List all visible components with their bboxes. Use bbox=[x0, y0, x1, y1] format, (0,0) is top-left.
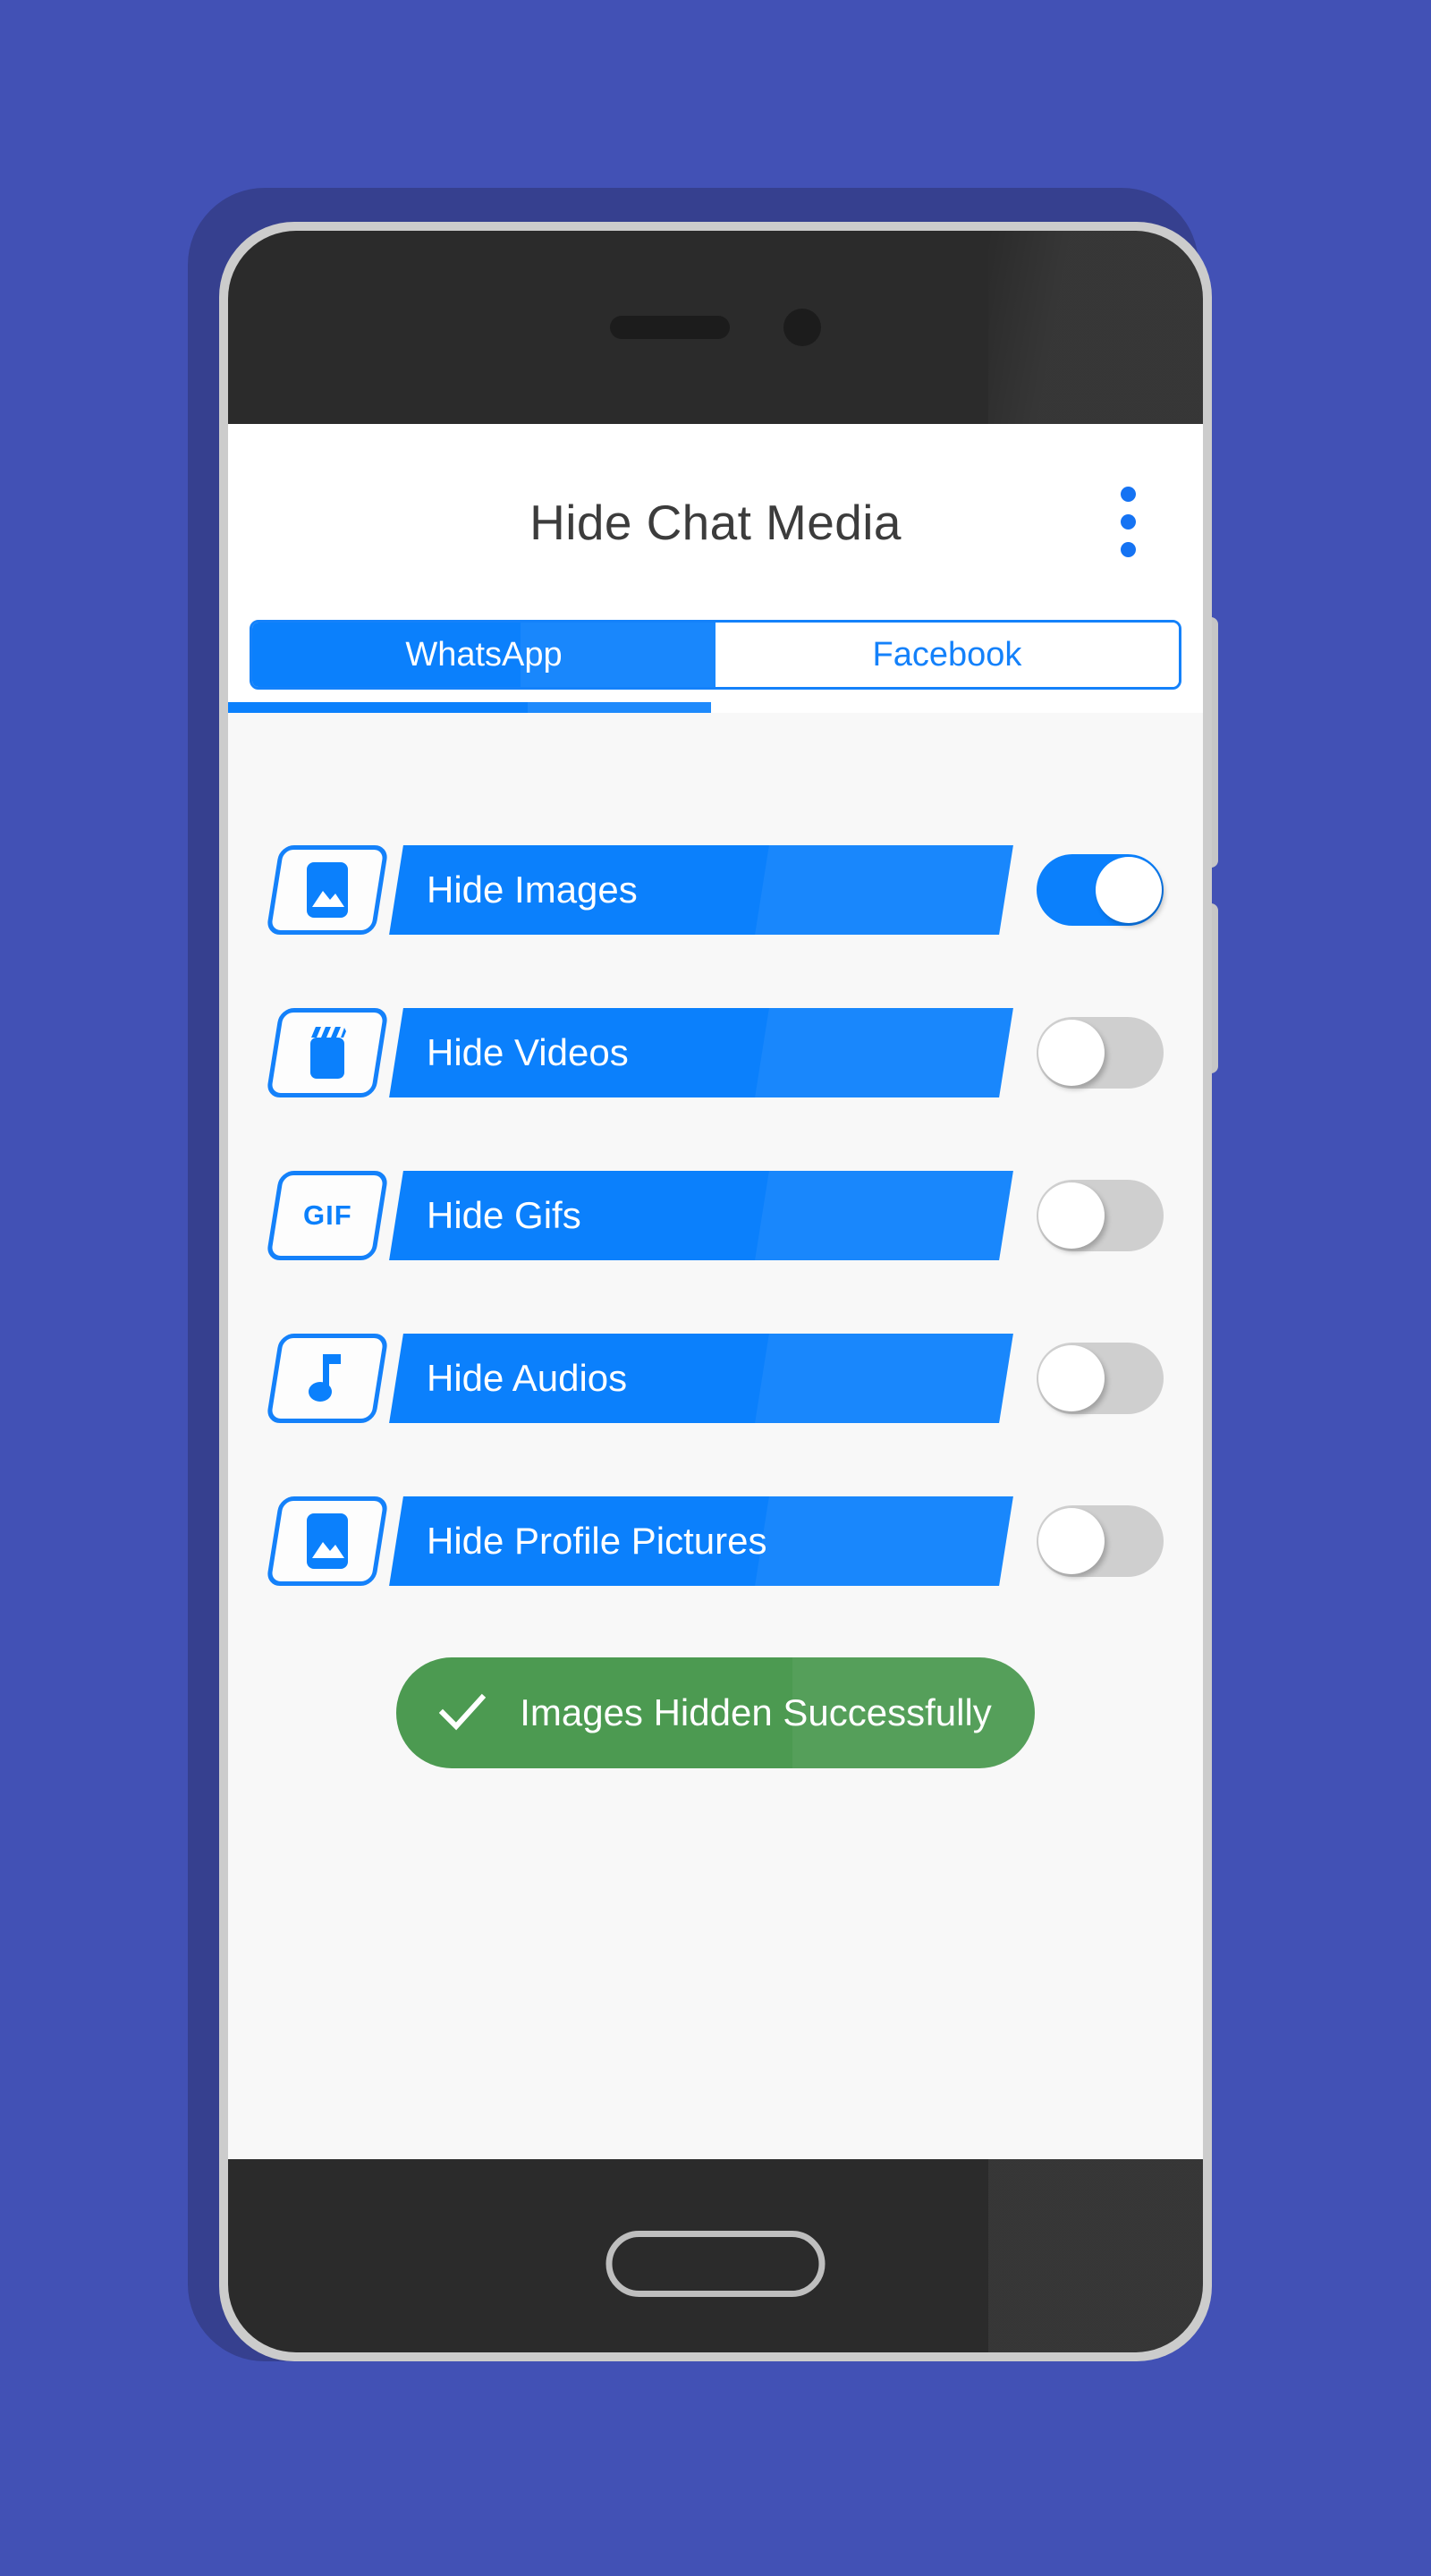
toggle-knob bbox=[1096, 857, 1162, 923]
music-note-icon bbox=[266, 1334, 389, 1423]
media-row-label-bar: Hide Profile Pictures bbox=[389, 1496, 1013, 1586]
clapperboard-icon bbox=[266, 1008, 389, 1097]
media-row-hide-profile-pictures[interactable]: Hide Profile Pictures bbox=[228, 1495, 1203, 1588]
status-button-label: Images Hidden Successfully bbox=[520, 1691, 992, 1733]
toggle-hide-videos[interactable] bbox=[1037, 1017, 1164, 1089]
media-row-hide-videos[interactable]: Hide Videos bbox=[228, 1006, 1203, 1099]
toggle-knob bbox=[1038, 1508, 1105, 1574]
gif-icon: GIF bbox=[266, 1171, 389, 1260]
toggle-hide-gifs[interactable] bbox=[1037, 1180, 1164, 1251]
media-row-label: Hide Gifs bbox=[427, 1194, 581, 1236]
app-screen: Hide Chat Media WhatsApp Facebook Hide I… bbox=[228, 424, 1203, 2159]
media-row-label: Hide Videos bbox=[427, 1031, 629, 1073]
toggle-hide-audios[interactable] bbox=[1037, 1343, 1164, 1414]
media-options-list: Hide Images Hide Videos GIF Hide Gifs Hi… bbox=[228, 713, 1203, 1588]
phone-body: Hide Chat Media WhatsApp Facebook Hide I… bbox=[228, 231, 1203, 2352]
media-row-label-bar: Hide Gifs bbox=[389, 1171, 1013, 1260]
home-button[interactable] bbox=[605, 2231, 826, 2297]
menu-dot bbox=[1120, 542, 1136, 557]
media-row-label: Hide Profile Pictures bbox=[427, 1520, 767, 1562]
music-note-icon-glyph bbox=[301, 1349, 353, 1408]
three-dots-vertical-icon[interactable] bbox=[1101, 479, 1155, 565]
tab-indicator-row bbox=[228, 690, 1203, 713]
clapperboard-icon-glyph bbox=[301, 1023, 353, 1082]
speaker-grille-icon bbox=[610, 316, 730, 339]
media-row-label-bar: Hide Audios bbox=[389, 1334, 1013, 1423]
toggle-knob bbox=[1038, 1182, 1105, 1249]
image-icon bbox=[266, 1496, 389, 1586]
image-icon-glyph bbox=[301, 1512, 353, 1571]
app-bar: Hide Chat Media bbox=[228, 424, 1203, 620]
tab-bar: WhatsApp Facebook bbox=[250, 620, 1181, 690]
status-button-container: Images Hidden Successfully bbox=[228, 1657, 1203, 1768]
tab-whatsapp[interactable]: WhatsApp bbox=[252, 623, 716, 687]
check-icon bbox=[439, 1693, 487, 1731]
media-row-hide-images[interactable]: Hide Images bbox=[228, 843, 1203, 936]
toggle-hide-profile-pictures[interactable] bbox=[1037, 1505, 1164, 1577]
toggle-hide-images[interactable] bbox=[1037, 854, 1164, 926]
tab-bar-container: WhatsApp Facebook bbox=[228, 620, 1203, 690]
media-row-hide-gifs[interactable]: GIF Hide Gifs bbox=[228, 1169, 1203, 1262]
phone-top-hardware bbox=[228, 231, 1203, 424]
image-icon bbox=[266, 845, 389, 935]
media-row-label-bar: Hide Images bbox=[389, 845, 1013, 935]
tab-selection-indicator bbox=[228, 702, 711, 713]
media-row-label: Hide Images bbox=[427, 869, 638, 911]
page-background: Hide Chat Media WhatsApp Facebook Hide I… bbox=[0, 0, 1431, 2576]
toggle-knob bbox=[1038, 1020, 1105, 1086]
menu-dot bbox=[1120, 487, 1136, 502]
tab-facebook[interactable]: Facebook bbox=[716, 623, 1179, 687]
front-camera-icon bbox=[783, 309, 821, 346]
media-row-label-bar: Hide Videos bbox=[389, 1008, 1013, 1097]
gif-icon-glyph: GIF bbox=[302, 1199, 352, 1231]
status-button[interactable]: Images Hidden Successfully bbox=[396, 1657, 1035, 1768]
page-title: Hide Chat Media bbox=[529, 494, 902, 550]
media-row-hide-audios[interactable]: Hide Audios bbox=[228, 1332, 1203, 1425]
toggle-knob bbox=[1038, 1345, 1105, 1411]
media-row-label: Hide Audios bbox=[427, 1357, 628, 1399]
menu-dot bbox=[1120, 514, 1136, 530]
phone-frame: Hide Chat Media WhatsApp Facebook Hide I… bbox=[219, 222, 1212, 2361]
image-icon-glyph bbox=[301, 860, 353, 919]
